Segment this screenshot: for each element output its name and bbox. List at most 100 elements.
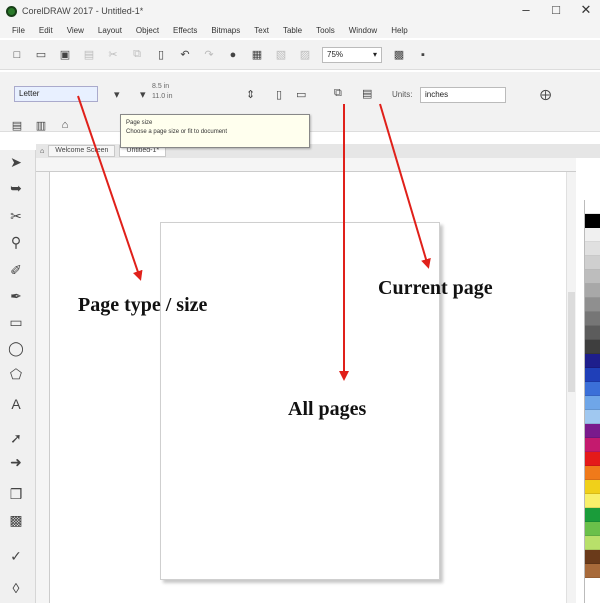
shape-tool-icon[interactable]: ➥ [6,178,26,198]
palette-swatch[interactable] [585,298,600,312]
publish-pdf-icon[interactable]: ▨ [298,48,312,62]
crop-tool-icon[interactable]: ✂ [6,206,26,226]
import-icon[interactable]: ▦ [250,48,264,62]
palette-swatch[interactable] [585,522,600,536]
label-all-pages: All pages [288,398,367,420]
palette-swatch[interactable] [585,508,600,522]
palette-swatch[interactable] [585,228,600,242]
palette-swatch[interactable] [585,242,600,256]
chevron-down-icon[interactable]: ▾ [140,88,146,101]
palette-swatch[interactable] [585,536,600,550]
menu-window[interactable]: Window [349,26,377,35]
export-icon[interactable]: ▧ [274,48,288,62]
menu-help[interactable]: Help [391,26,407,35]
text-tool-icon[interactable]: A [6,394,26,414]
menu-file[interactable]: File [12,26,25,35]
home-icon[interactable]: ⌂ [58,118,72,132]
home-icon[interactable]: ⌂ [40,148,44,155]
distribute-icon[interactable]: ▥ [34,118,48,132]
palette-swatch[interactable] [585,494,600,508]
current-page-icon[interactable]: ▤ [362,87,372,100]
palette-swatch[interactable] [585,326,600,340]
palette-swatch[interactable] [585,200,600,214]
eyedropper-tool-icon[interactable]: ✓ [6,546,26,566]
page-dimensions[interactable]: 8.5 in 11.0 in [152,82,204,104]
artistic-media-tool-icon[interactable]: ✒ [6,286,26,306]
palette-swatch[interactable] [585,438,600,452]
palette-swatch[interactable] [585,550,600,564]
copy-icon[interactable]: ⧉ [130,48,144,62]
window-controls: – □ ✕ [518,2,594,18]
redo-icon[interactable]: ↷ [202,48,216,62]
menu-text[interactable]: Text [254,26,269,35]
interactive-fill-tool-icon[interactable]: ◊ [6,578,26,598]
palette-swatch[interactable] [585,312,600,326]
menu-object[interactable]: Object [136,26,159,35]
landscape-icon[interactable]: ▭ [296,88,306,101]
paste-icon[interactable]: ▯ [154,48,168,62]
palette-swatch[interactable] [585,340,600,354]
tooltip-title: Page size [126,120,153,126]
save-icon[interactable]: ▣ [58,48,72,62]
tab-welcome-screen[interactable]: Welcome Screen [48,145,116,157]
page-height-field[interactable]: 11.0 in [152,92,204,102]
ellipse-tool-icon[interactable]: ◯ [6,338,26,358]
horizontal-ruler[interactable] [36,158,576,172]
stepper-icon[interactable]: ⇕ [246,88,255,101]
pick-tool-icon[interactable]: ➤ [6,152,26,172]
close-button[interactable]: ✕ [578,2,594,18]
snap-to-icon[interactable]: ▪ [416,48,430,62]
palette-swatch[interactable] [585,256,600,270]
undo-icon[interactable]: ↶ [178,48,192,62]
connector-tool-icon[interactable]: ➜ [6,452,26,472]
print-icon[interactable]: ▤ [82,48,96,62]
toolbox: ➤ ➥ ✂ ⚲ ✐ ✒ ▭ ◯ ⬠ A ➚ ➜ ❒ ▩ ✓ ◊ [0,150,36,603]
palette-swatch[interactable] [585,452,600,466]
open-icon[interactable]: ▭ [34,48,48,62]
palette-swatch[interactable] [585,284,600,298]
units-select[interactable]: inches [420,87,506,103]
new-document-icon[interactable]: □ [10,48,24,62]
palette-swatch[interactable] [585,480,600,494]
palette-swatch[interactable] [585,466,600,480]
scrollbar-thumb[interactable] [568,292,575,392]
menu-bitmaps[interactable]: Bitmaps [211,26,240,35]
polygon-tool-icon[interactable]: ⬠ [6,364,26,384]
menu-edit[interactable]: Edit [39,26,53,35]
page-width-field[interactable]: 8.5 in [152,82,204,92]
palette-swatch[interactable] [585,270,600,284]
search-content-icon[interactable]: ● [226,48,240,62]
portrait-icon[interactable]: ▯ [276,88,282,101]
palette-swatch[interactable] [585,424,600,438]
minimize-button[interactable]: – [518,2,534,18]
menu-view[interactable]: View [67,26,84,35]
nudge-distance-icon[interactable]: ⨁ [540,88,551,101]
palette-swatch[interactable] [585,368,600,382]
palette-swatch[interactable] [585,354,600,368]
menu-layout[interactable]: Layout [98,26,122,35]
vertical-ruler[interactable] [36,172,50,603]
page-size-select[interactable]: Letter [14,86,98,102]
all-pages-icon[interactable]: ⧉ [334,87,342,100]
zoom-tool-icon[interactable]: ⚲ [6,232,26,252]
freehand-tool-icon[interactable]: ✐ [6,260,26,280]
full-screen-preview-icon[interactable]: ▩ [392,48,406,62]
rectangle-tool-icon[interactable]: ▭ [6,312,26,332]
menu-tools[interactable]: Tools [316,26,335,35]
maximize-button[interactable]: □ [548,2,564,18]
parallel-dimension-tool-icon[interactable]: ➚ [6,428,26,448]
palette-swatch[interactable] [585,564,600,578]
align-icon[interactable]: ▤ [10,118,24,132]
zoom-level-select[interactable]: 75% ▾ [322,46,382,63]
menu-effects[interactable]: Effects [173,26,197,35]
transparency-tool-icon[interactable]: ▩ [6,510,26,530]
menu-table[interactable]: Table [283,26,302,35]
palette-swatch[interactable] [585,396,600,410]
vertical-scrollbar[interactable] [566,172,576,603]
palette-swatch[interactable] [585,410,600,424]
palette-swatch[interactable] [585,214,600,228]
cut-icon[interactable]: ✂ [106,48,120,62]
page-size-dropdown-icon[interactable]: ▾ [114,88,120,101]
drop-shadow-tool-icon[interactable]: ❒ [6,484,26,504]
palette-swatch[interactable] [585,382,600,396]
